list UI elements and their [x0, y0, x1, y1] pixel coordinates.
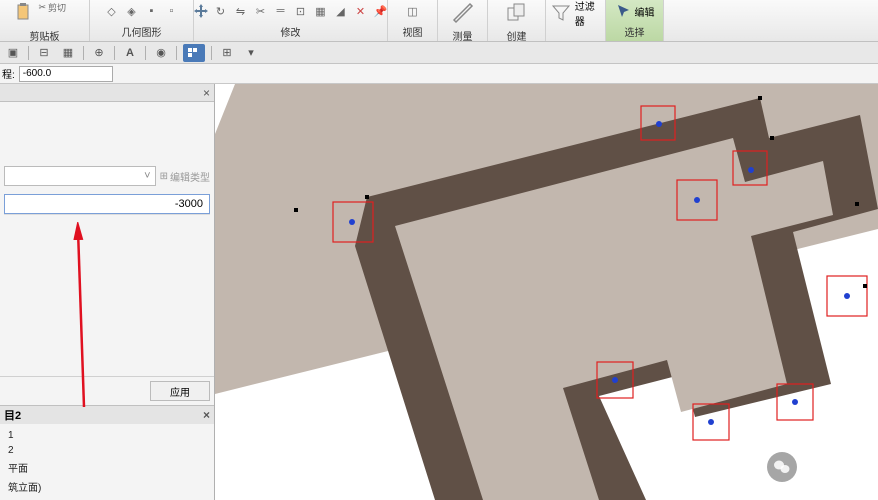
- scale-icon[interactable]: ◢: [332, 2, 350, 20]
- measure-icon[interactable]: [450, 0, 476, 26]
- qat-select-icon[interactable]: ▣: [4, 44, 22, 62]
- group-label-modify: 修改: [281, 22, 301, 41]
- paste-icon[interactable]: [11, 0, 37, 26]
- cut-icon[interactable]: ✂ 剪切: [39, 0, 79, 17]
- qat-group-icon[interactable]: ⊞: [218, 44, 236, 62]
- project-browser-header: 目2 ×: [0, 406, 214, 424]
- delete-icon[interactable]: ✕: [352, 2, 370, 20]
- ribbon-group-select: 编辑 选择: [606, 0, 664, 41]
- tree-item[interactable]: 2: [8, 443, 206, 458]
- qat-layer-icon[interactable]: ▾: [242, 44, 260, 62]
- floor-plan-drawing: [215, 84, 878, 500]
- qat-link-icon[interactable]: ⊕: [90, 44, 108, 62]
- group-label-clipboard: 剪贴板: [30, 26, 60, 45]
- tree-title: 目2: [4, 407, 21, 423]
- ribbon-group-filter: 过滤器: [546, 0, 606, 41]
- chevron-down-icon: ˅: [144, 170, 150, 182]
- ribbon-toolbar: ✂ 剪切 剪贴板 ◇ ◈ ▪ ▫ 几何图形 ↻ ⇋ ✂ ═ ⊡ ▦ ◢ ✕ 📌 …: [0, 0, 878, 42]
- qat-text-icon[interactable]: A: [121, 44, 139, 62]
- tree-item[interactable]: 1: [8, 428, 206, 443]
- properties-panel: × ˅ ⊞ 编辑类型: [0, 84, 215, 500]
- geom-icon-4[interactable]: ▫: [163, 2, 181, 20]
- group-label-select: 选择: [625, 22, 645, 41]
- offset-input[interactable]: [4, 194, 210, 214]
- properties-header: ×: [0, 84, 214, 102]
- level-prefix: 程:: [2, 66, 15, 81]
- group-label-measure: 测量: [453, 26, 473, 45]
- ribbon-group-create: 创建: [488, 0, 546, 41]
- tree-item[interactable]: 平面: [8, 458, 206, 477]
- geom-icon-2[interactable]: ◈: [123, 2, 141, 20]
- annotation-arrow: [66, 222, 96, 412]
- trim-icon[interactable]: ✂: [252, 2, 270, 20]
- type-dropdown[interactable]: ˅: [4, 166, 156, 186]
- edit-type-label: 编辑类型: [170, 169, 210, 184]
- qat-tag-icon[interactable]: ◉: [152, 44, 170, 62]
- tree-close-icon[interactable]: ×: [203, 408, 210, 422]
- geom-icon-1[interactable]: ◇: [103, 2, 121, 20]
- qat-undo-icon[interactable]: ⊟: [35, 44, 53, 62]
- ribbon-group-clipboard: ✂ 剪切 剪贴板: [0, 0, 90, 41]
- main-area: × ˅ ⊞ 编辑类型: [0, 84, 878, 500]
- filter-label: 过滤器: [575, 0, 601, 28]
- edit-type-button[interactable]: ⊞ 编辑类型: [160, 169, 210, 184]
- edit-label: 编辑: [635, 4, 655, 19]
- watermark-text: BIM蓝图: [805, 457, 858, 477]
- offset-icon[interactable]: ⊡: [292, 2, 310, 20]
- ribbon-group-measure: 测量: [438, 0, 488, 41]
- mirror-icon[interactable]: ⇋: [232, 2, 250, 20]
- project-browser-tree: 1 2 平面 筑立面): [0, 424, 214, 500]
- qat-grid-icon[interactable]: ▦: [59, 44, 77, 62]
- array-icon[interactable]: ▦: [312, 2, 330, 20]
- rotate-icon[interactable]: ↻: [212, 2, 230, 20]
- ribbon-group-view: ◫ 视图: [388, 0, 438, 41]
- pin-icon[interactable]: 📌: [372, 2, 390, 20]
- group-label-geometry: 几何图形: [122, 22, 162, 41]
- tree-item[interactable]: 筑立面): [8, 477, 206, 496]
- create-icon[interactable]: [504, 0, 530, 26]
- filter-icon[interactable]: [550, 0, 573, 26]
- close-icon[interactable]: ×: [203, 86, 210, 100]
- view-icon[interactable]: ◫: [404, 2, 422, 20]
- watermark: BIM蓝图: [767, 452, 858, 482]
- geom-icon-3[interactable]: ▪: [143, 2, 161, 20]
- ribbon-group-geometry: ◇ ◈ ▪ ▫ 几何图形: [90, 0, 194, 41]
- level-input[interactable]: [19, 66, 113, 82]
- group-label-create: 创建: [507, 26, 527, 45]
- edit-icon[interactable]: [615, 2, 633, 20]
- model-canvas[interactable]: [215, 84, 878, 500]
- apply-button[interactable]: 应用: [150, 381, 210, 401]
- level-bar: 程:: [0, 64, 878, 84]
- quick-access-toolbar: ▣ ⊟ ▦ ⊕ A ◉ ⊞ ▾: [0, 42, 878, 64]
- wechat-icon: [767, 452, 797, 482]
- align-icon[interactable]: ═: [272, 2, 290, 20]
- qat-highlight-icon[interactable]: [183, 44, 205, 62]
- edit-type-icon: ⊞: [160, 171, 168, 182]
- move-icon[interactable]: [192, 2, 210, 20]
- ribbon-group-modify: ↻ ⇋ ✂ ═ ⊡ ▦ ◢ ✕ 📌 修改: [194, 0, 388, 41]
- group-label-view: 视图: [403, 22, 423, 41]
